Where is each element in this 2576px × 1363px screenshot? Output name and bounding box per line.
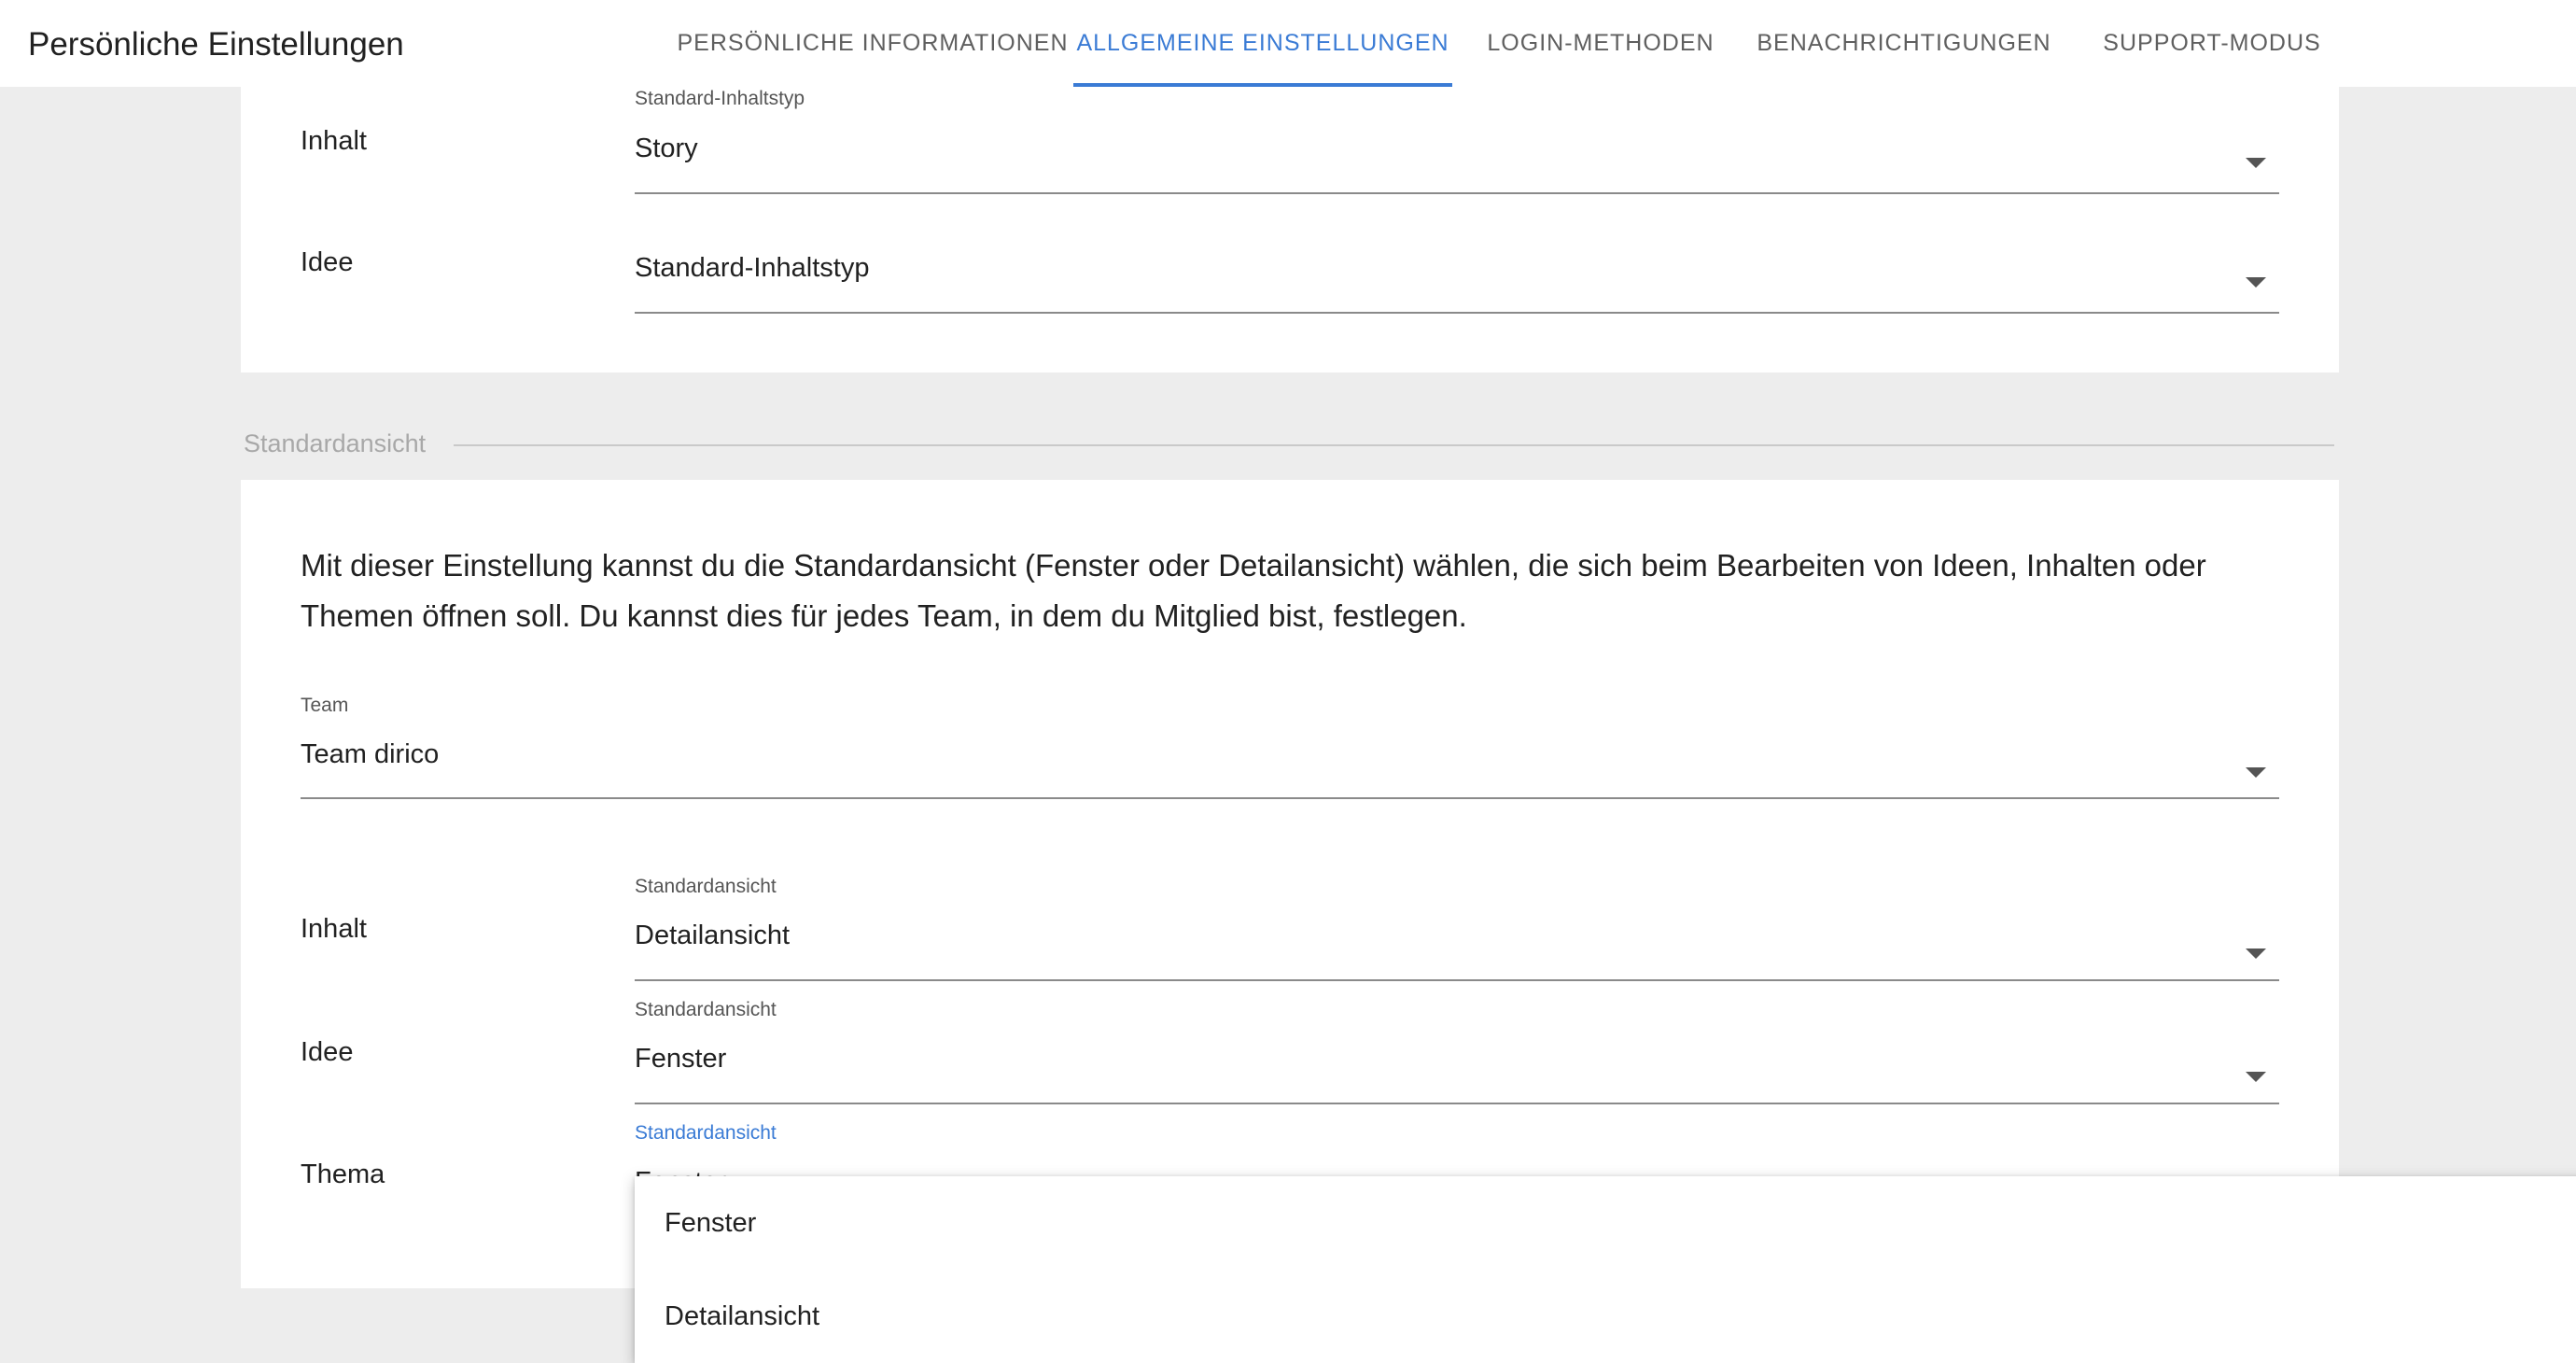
tab-support-mode[interactable]: SUPPORT-MODUS — [2091, 0, 2333, 87]
default-view-card: Mit dieser Einstellung kannst du die Sta… — [241, 480, 2339, 1288]
select-value: Team dirico — [301, 739, 440, 769]
field-label-focused: Standardansicht — [635, 1122, 777, 1144]
content-type-card: Inhalt Standard-Inhaltstyp Story Idee St… — [241, 87, 2339, 372]
row-label-topic: Thema — [301, 1159, 385, 1189]
row-label-idea: Idee — [301, 1037, 354, 1067]
select-value: Story — [635, 133, 698, 163]
section-divider-default-view: Standardansicht — [244, 429, 2334, 457]
default-view-dropdown-menu: Fenster Detailansicht — [635, 1176, 2576, 1363]
select-value: Detailansicht — [635, 920, 791, 950]
tab-personal-info[interactable]: PERSÖNLICHE INFORMATIONEN — [672, 0, 1073, 87]
tab-notifications[interactable]: BENACHRICHTIGUNGEN — [1755, 0, 2053, 87]
chevron-down-icon — [2246, 948, 2266, 959]
row-label-content: Inhalt — [301, 126, 367, 156]
field-label: Standardansicht — [635, 999, 777, 1020]
top-app-bar: Persönliche Einstellungen PERSÖNLICHE IN… — [0, 0, 2576, 87]
chevron-down-icon — [2246, 277, 2266, 288]
row-label-idea: Idee — [301, 247, 354, 277]
default-content-type-select-idea[interactable]: Standard-Inhaltstyp — [635, 227, 2279, 314]
section-description: Mit dieser Einstellung kannst du die Sta… — [301, 548, 2206, 633]
default-content-type-select-content[interactable]: Standard-Inhaltstyp Story — [635, 87, 2279, 194]
team-select[interactable]: Team Team dirico — [301, 695, 2279, 799]
tab-general-settings[interactable]: ALLGEMEINE EINSTELLUNGEN — [1073, 0, 1452, 87]
tab-login-methods[interactable]: LOGIN-METHODEN — [1475, 0, 1727, 87]
menu-option-detail-view[interactable]: Detailansicht — [665, 1301, 819, 1332]
divider-line — [454, 444, 2334, 446]
field-label: Team — [301, 695, 349, 716]
chevron-down-icon — [2246, 158, 2266, 168]
field-label: Standardansicht — [635, 876, 777, 897]
row-label-content: Inhalt — [301, 914, 367, 944]
chevron-down-icon — [2246, 1072, 2266, 1082]
section-heading: Standardansicht — [244, 429, 427, 457]
select-value: Fenster — [635, 1044, 727, 1074]
chevron-down-icon — [2246, 767, 2266, 778]
default-view-select-content[interactable]: Standardansicht Detailansicht — [635, 876, 2279, 981]
menu-option-window[interactable]: Fenster — [665, 1208, 756, 1239]
page-title: Persönliche Einstellungen — [28, 26, 404, 63]
select-placeholder: Standard-Inhaltstyp — [635, 253, 870, 283]
default-view-select-idea[interactable]: Standardansicht Fenster — [635, 999, 2279, 1104]
field-label: Standard-Inhaltstyp — [635, 88, 805, 109]
